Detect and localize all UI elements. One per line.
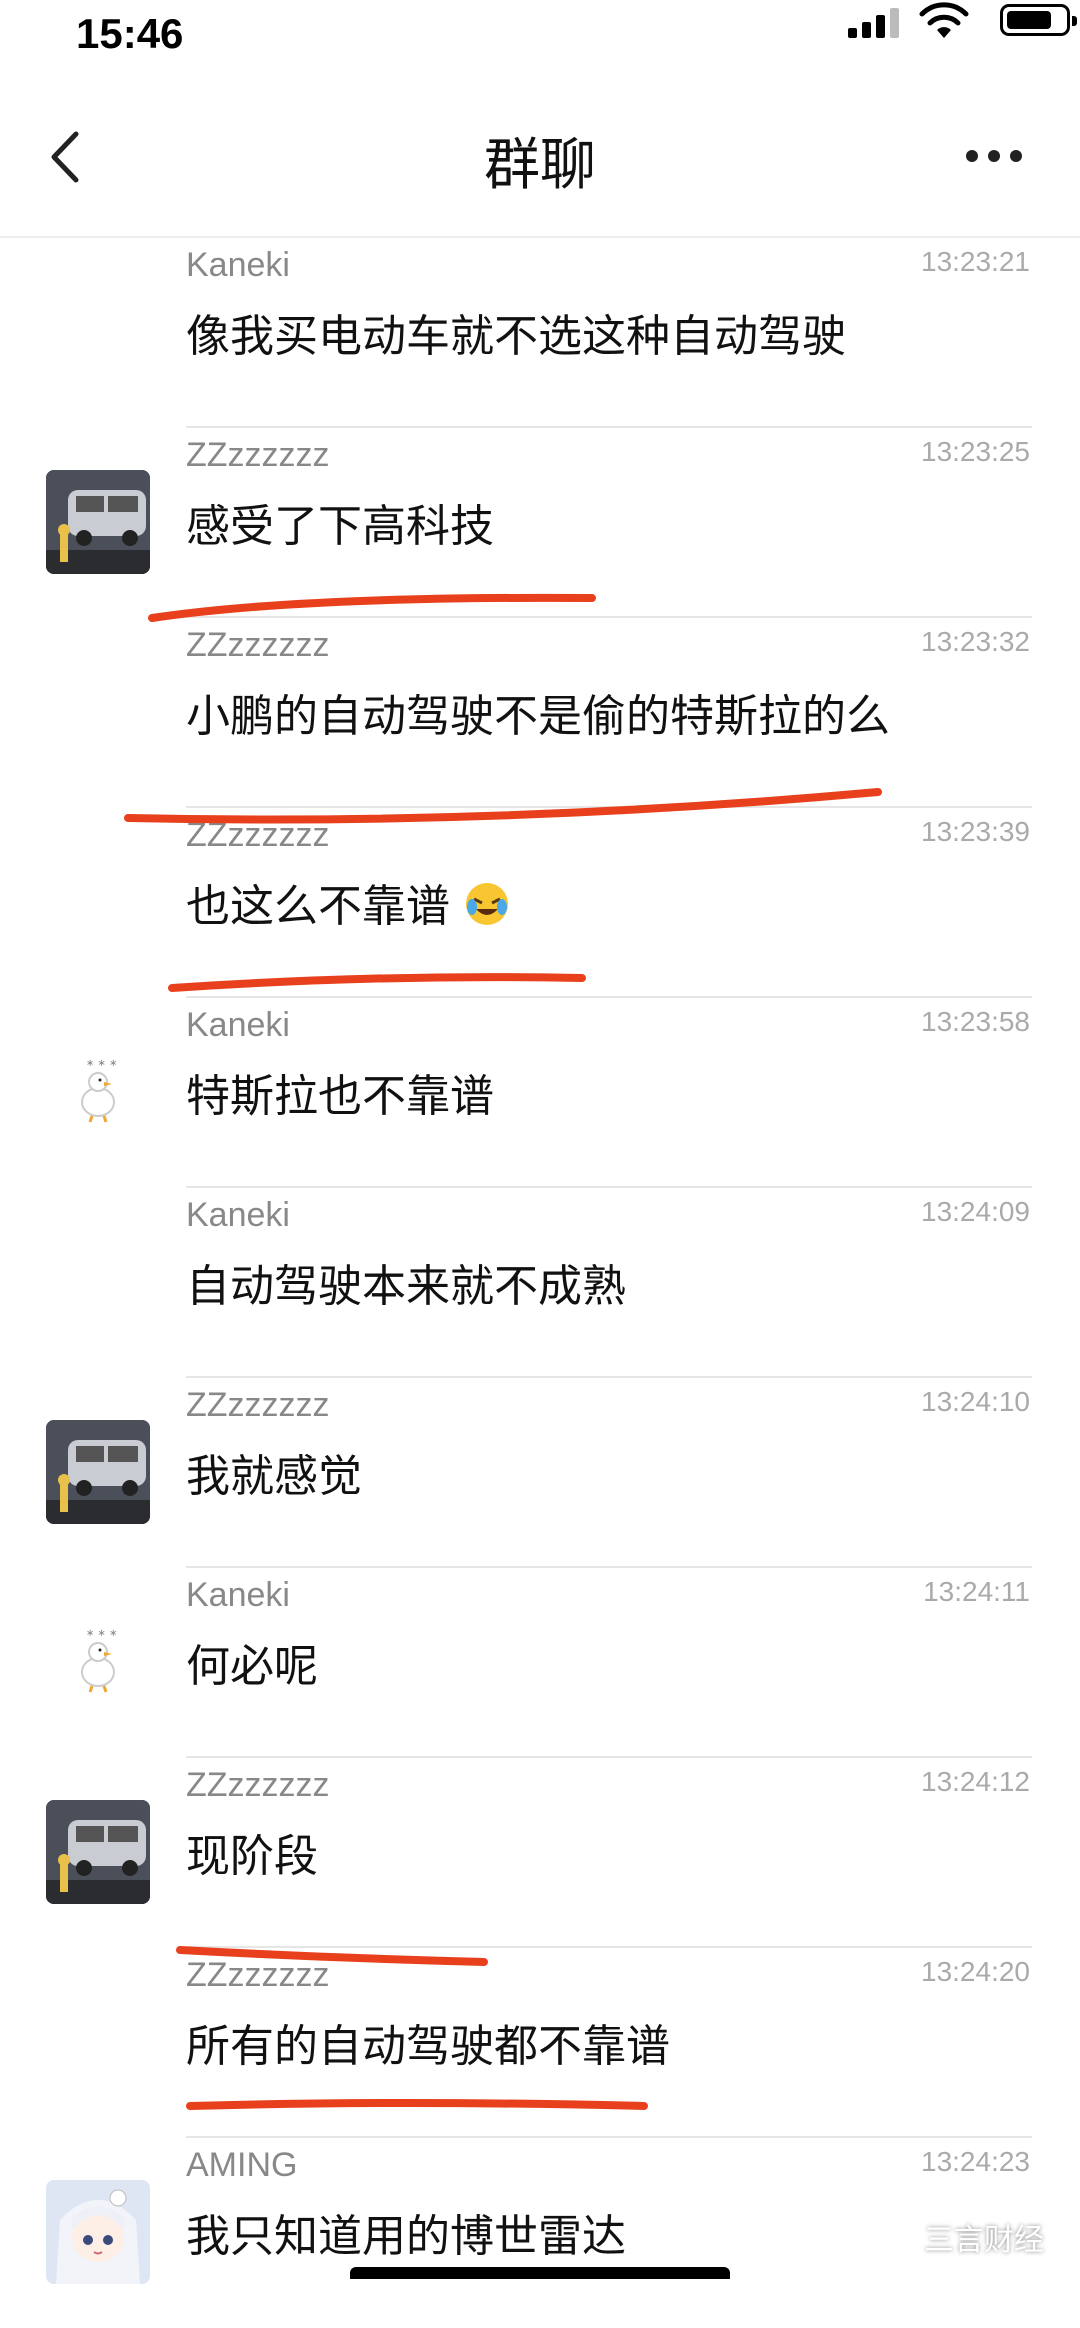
van-avatar-image xyxy=(46,1800,150,1904)
message-item: ZZzzzzzz 13:24:20 所有的自动驾驶都不靠谱 xyxy=(0,1948,1080,2138)
message-time: 13:24:23 xyxy=(921,2146,1030,2178)
message-time: 13:24:11 xyxy=(923,1576,1030,1608)
message-text[interactable]: 所有的自动驾驶都不靠谱 xyxy=(186,2010,670,2074)
message-item: AMING 13:24:23 我只知道用的博世雷达 xyxy=(0,2138,1080,2328)
message-item: ZZzzzzzz 13:23:32 小鹏的自动驾驶不是偷的特斯拉的么 xyxy=(0,618,1080,808)
message-item: ZZzzzzzz 13:24:12 现阶段 xyxy=(0,1758,1080,1948)
van-avatar-image xyxy=(46,1420,150,1524)
message-text[interactable]: 也这么不靠谱 xyxy=(186,870,510,934)
message-item: ∗ ∗ ∗ Kaneki 13:24:11 何必呢 xyxy=(0,1568,1080,1758)
sender-name: ZZzzzzzz xyxy=(186,1956,330,1995)
message-time: 13:24:09 xyxy=(921,1196,1030,1228)
svg-text:∗ ∗ ∗: ∗ ∗ ∗ xyxy=(86,1058,118,1069)
message-time: 13:24:20 xyxy=(921,1956,1030,1988)
message-item: ZZzzzzzz 13:24:10 我就感觉 xyxy=(0,1378,1080,1568)
message-time: 13:23:39 xyxy=(921,816,1030,848)
message-time: 13:23:21 xyxy=(921,246,1030,278)
message-time: 13:23:58 xyxy=(921,1006,1030,1038)
message-item: Kaneki 13:24:09 自动驾驶本来就不成熟 xyxy=(0,1188,1080,1378)
message-item: Kaneki 13:23:21 像我买电动车就不选这种自动驾驶 xyxy=(0,238,1080,428)
laughing-crying-emoji-icon xyxy=(464,881,510,927)
avatar[interactable]: ∗ ∗ ∗ xyxy=(46,1040,150,1144)
avatar[interactable] xyxy=(46,1800,150,1904)
message-text-content: 也这么不靠谱 xyxy=(186,881,450,932)
avatar[interactable] xyxy=(46,1420,150,1524)
avatar[interactable] xyxy=(46,2180,150,2284)
sender-name: ZZzzzzzz xyxy=(186,1766,330,1805)
sender-name: ZZzzzzzz xyxy=(186,816,330,855)
message-text[interactable]: 自动驾驶本来就不成熟 xyxy=(186,1250,626,1314)
van-avatar-image xyxy=(46,470,150,574)
svg-text:∗ ∗ ∗: ∗ ∗ ∗ xyxy=(86,1628,118,1639)
message-text[interactable]: 现阶段 xyxy=(186,1820,318,1884)
sender-name: ZZzzzzzz xyxy=(186,626,330,665)
goose-avatar-image: ∗ ∗ ∗ xyxy=(46,1610,150,1714)
message-item: ZZzzzzzz 13:23:25 感受了下高科技 xyxy=(0,428,1080,618)
message-text[interactable]: 我只知道用的博世雷达 xyxy=(186,2200,626,2264)
wifi-icon xyxy=(918,0,970,40)
message-text[interactable]: 何必呢 xyxy=(186,1630,318,1694)
sender-name: Kaneki xyxy=(186,1006,290,1045)
sender-name: ZZzzzzzz xyxy=(186,436,330,475)
battery-icon xyxy=(1000,4,1070,36)
more-options-icon[interactable] xyxy=(966,150,1026,166)
avatar[interactable]: ∗ ∗ ∗ xyxy=(46,1610,150,1714)
message-list[interactable]: Kaneki 13:23:21 像我买电动车就不选这种自动驾驶 ZZzzzzzz… xyxy=(0,238,1080,2279)
message-time: 13:24:12 xyxy=(921,1766,1030,1798)
home-indicator[interactable] xyxy=(350,2267,730,2279)
message-text[interactable]: 感受了下高科技 xyxy=(186,490,494,554)
anime-girl-avatar-image xyxy=(46,2180,150,2284)
status-time: 15:46 xyxy=(76,10,183,58)
avatar[interactable] xyxy=(46,470,150,574)
message-text[interactable]: 小鹏的自动驾驶不是偷的特斯拉的么 xyxy=(186,680,890,744)
sender-name: Kaneki xyxy=(186,1576,290,1615)
message-item: ZZzzzzzz 13:23:39 也这么不靠谱 xyxy=(0,808,1080,998)
message-time: 13:23:25 xyxy=(921,436,1030,468)
message-text[interactable]: 像我买电动车就不选这种自动驾驶 xyxy=(186,300,846,364)
sender-name: Kaneki xyxy=(186,1196,290,1235)
message-time: 13:23:32 xyxy=(921,626,1030,658)
status-bar: 15:46 xyxy=(0,0,1080,80)
sender-name: Kaneki xyxy=(186,246,290,285)
goose-avatar-image: ∗ ∗ ∗ xyxy=(46,1040,150,1144)
message-text[interactable]: 特斯拉也不靠谱 xyxy=(186,1060,494,1124)
sender-name: ZZzzzzzz xyxy=(186,1386,330,1425)
message-text[interactable]: 我就感觉 xyxy=(186,1440,362,1504)
cellular-signal-icon xyxy=(848,6,900,38)
nav-bar: 群聊 xyxy=(0,80,1080,238)
chat-title: 群聊 xyxy=(0,120,1080,201)
message-item: ∗ ∗ ∗ Kaneki 13:23:58 特斯拉也不靠谱 xyxy=(0,998,1080,1188)
sender-name: AMING xyxy=(186,2146,297,2185)
watermark: 三言财经 xyxy=(924,2215,1044,2259)
message-time: 13:24:10 xyxy=(921,1386,1030,1418)
